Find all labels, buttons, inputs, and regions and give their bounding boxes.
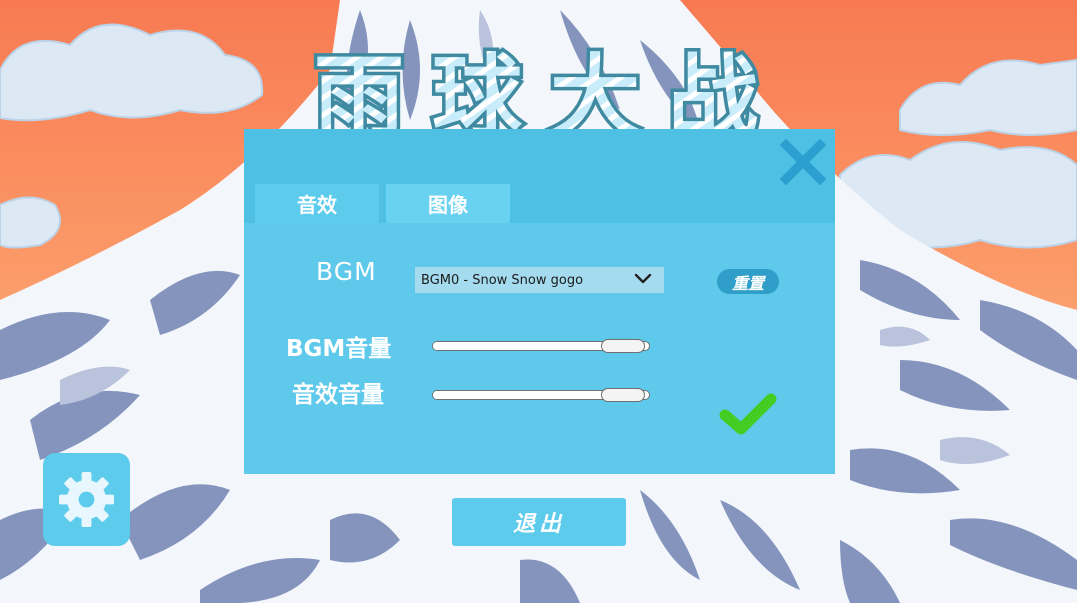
bgm-dropdown-value: BGM0 - Snow Snow gogo (421, 272, 584, 288)
bgm-dropdown[interactable]: BGM0 - Snow Snow gogo (415, 267, 664, 293)
settings-button[interactable] (43, 453, 130, 546)
sfx-volume-label: 音效音量 (292, 382, 384, 408)
settings-panel: 音效 图像 BGM BGM0 - Snow Snow gogo 重置 BGM音量… (244, 129, 835, 474)
gear-icon (58, 471, 115, 528)
chevron-down-icon (634, 273, 652, 284)
tab-graphics[interactable]: 图像 (386, 184, 510, 223)
bgm-volume-slider[interactable] (432, 339, 650, 353)
bgm-volume-knob[interactable] (601, 339, 646, 353)
close-icon[interactable] (780, 139, 826, 185)
sfx-volume-fill (433, 391, 624, 399)
bgm-volume-label: BGM音量 (286, 336, 392, 362)
checkmark-icon[interactable] (719, 391, 777, 437)
exit-button[interactable]: 退出 (452, 498, 626, 546)
sfx-volume-slider[interactable] (432, 388, 650, 402)
reset-button[interactable]: 重置 (717, 269, 779, 294)
bgm-label: BGM (316, 257, 377, 286)
tab-audio[interactable]: 音效 (255, 184, 379, 223)
bgm-volume-fill (433, 342, 624, 350)
sfx-volume-knob[interactable] (601, 388, 646, 402)
